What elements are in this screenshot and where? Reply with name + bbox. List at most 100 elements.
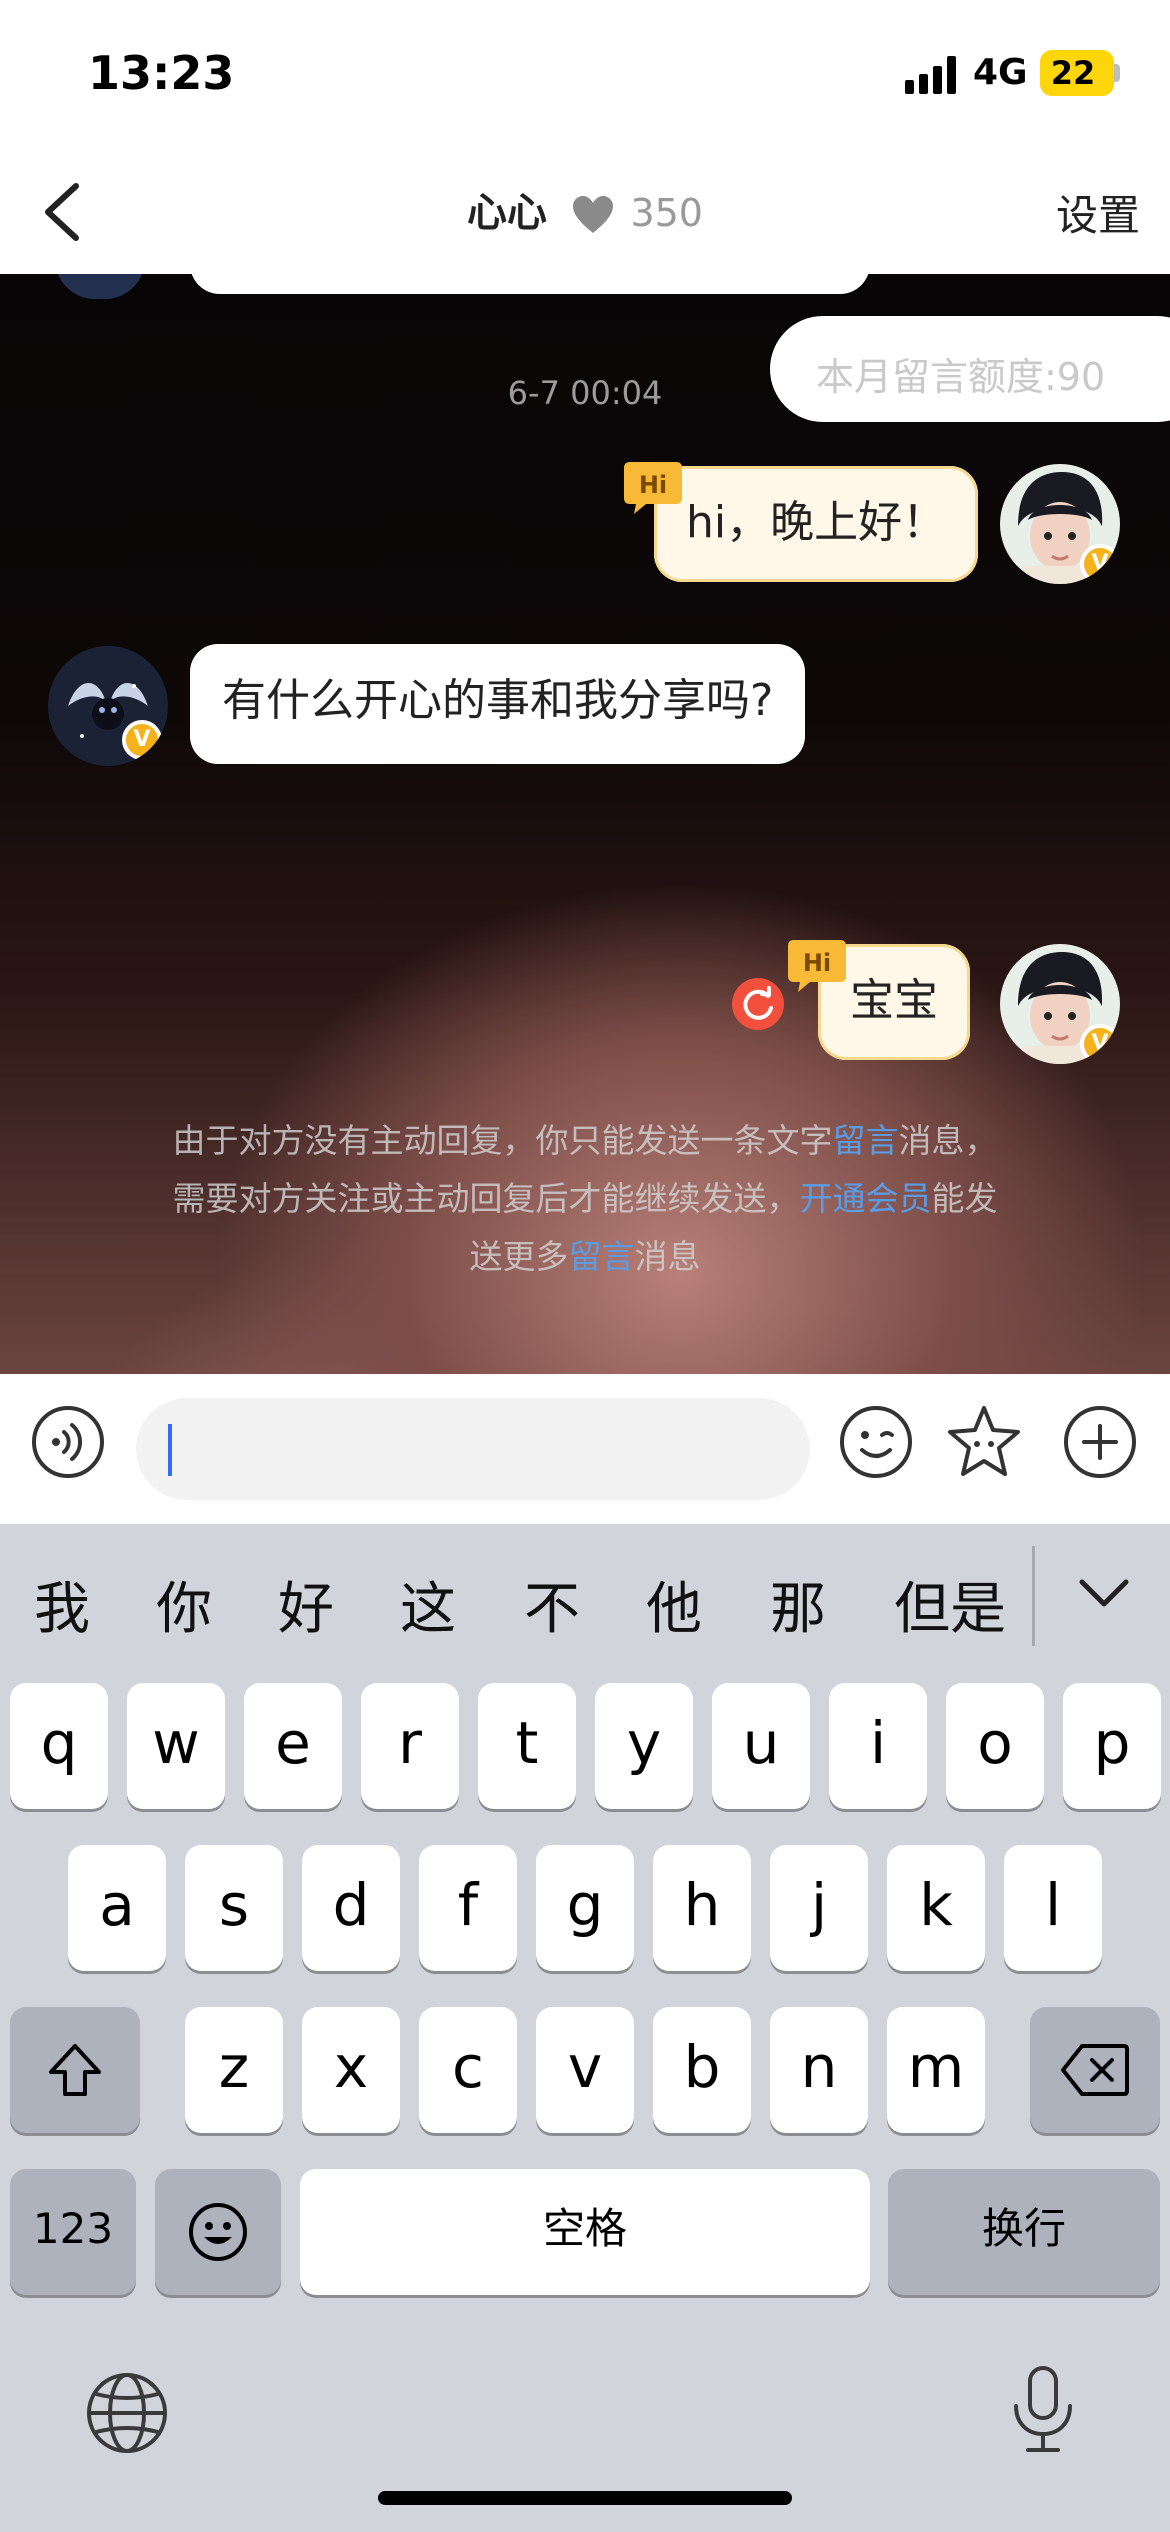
- message-bubble-outgoing[interactable]: hi，晚上好！: [654, 466, 979, 582]
- key-v[interactable]: v: [536, 2007, 634, 2133]
- message-text: 宝宝: [850, 975, 938, 1026]
- notice-text: 由于对方没有主动回复，你只能发送一条文字: [172, 1121, 833, 1160]
- key-t[interactable]: t: [478, 1683, 576, 1809]
- avatar: [55, 274, 145, 299]
- svg-text:Hi: Hi: [803, 949, 831, 977]
- key-z[interactable]: z: [185, 2007, 283, 2133]
- notice-text: 消息，: [898, 1121, 998, 1160]
- battery-tip: [1114, 64, 1120, 82]
- resend-icon[interactable]: [732, 978, 784, 1030]
- my-avatar[interactable]: V: [1000, 944, 1120, 1064]
- key-a[interactable]: a: [68, 1845, 166, 1971]
- plus-icon[interactable]: [1062, 1404, 1138, 1480]
- chevron-down-icon[interactable]: [1076, 1574, 1132, 1614]
- keyboard: 我 你 好 这 不 他 那 但是 q w e r t y u i o p a s…: [0, 1524, 1170, 2532]
- verified-badge: V: [1080, 1024, 1120, 1064]
- status-bar: 13:23 4G 22: [0, 0, 1170, 150]
- network-type: 4G: [973, 52, 1028, 93]
- key-j[interactable]: j: [770, 1845, 868, 1971]
- input-bar: [0, 1374, 1170, 1524]
- message-text: 有什么开心的事和我分享吗?: [222, 675, 774, 726]
- notice-line-3: 送更多留言消息: [90, 1228, 1080, 1286]
- delete-key[interactable]: [1030, 2007, 1160, 2133]
- candidate-word[interactable]: 这: [400, 1564, 456, 1645]
- key-h[interactable]: h: [653, 1845, 751, 1971]
- message-link[interactable]: 留言: [569, 1237, 635, 1276]
- key-y[interactable]: y: [595, 1683, 693, 1809]
- home-indicator[interactable]: [378, 2491, 792, 2505]
- battery-level: 22: [1050, 54, 1096, 92]
- notice-text: 需要对方关注或主动回复后才能继续发送，: [172, 1179, 800, 1218]
- key-b[interactable]: b: [653, 2007, 751, 2133]
- globe-icon[interactable]: [84, 2370, 170, 2456]
- emoji-icon: [189, 2203, 247, 2261]
- candidate-bar: 我 你 好 这 不 他 那 但是: [0, 1524, 1170, 1674]
- my-avatar[interactable]: V: [1000, 464, 1120, 584]
- message-input[interactable]: [136, 1398, 810, 1500]
- signal-icon: [905, 56, 961, 94]
- key-r[interactable]: r: [361, 1683, 459, 1809]
- candidate-word[interactable]: 他: [646, 1564, 702, 1645]
- key-g[interactable]: g: [536, 1845, 634, 1971]
- hi-icon: Hi: [788, 940, 846, 992]
- key-n[interactable]: n: [770, 2007, 868, 2133]
- delete-icon: [1061, 2044, 1129, 2096]
- emoji-key[interactable]: [155, 2169, 281, 2295]
- key-u[interactable]: u: [712, 1683, 810, 1809]
- candidate-word[interactable]: 好: [278, 1564, 334, 1645]
- key-m[interactable]: m: [887, 2007, 985, 2133]
- hi-icon: Hi: [624, 462, 682, 514]
- candidate-word[interactable]: 我: [34, 1564, 90, 1645]
- candidate-word[interactable]: 那: [770, 1564, 826, 1645]
- shift-icon: [49, 2044, 101, 2096]
- message-limit-notice: 由于对方没有主动回复，你只能发送一条文字留言消息， 需要对方关注或主动回复后才能…: [90, 1112, 1080, 1286]
- key-w[interactable]: w: [127, 1683, 225, 1809]
- key-k[interactable]: k: [887, 1845, 985, 1971]
- header-title-group: 心心 350: [0, 180, 1170, 238]
- candidate-divider: [1032, 1546, 1035, 1646]
- candidate-word[interactable]: 你: [156, 1564, 212, 1645]
- numbers-key[interactable]: 123: [10, 2169, 136, 2295]
- verified-badge: V: [122, 720, 162, 760]
- voice-icon[interactable]: [30, 1404, 106, 1480]
- key-l[interactable]: l: [1004, 1845, 1102, 1971]
- return-key[interactable]: 换行: [888, 2169, 1160, 2295]
- verified-badge: V: [1080, 544, 1120, 584]
- open-membership-link[interactable]: 开通会员: [800, 1179, 932, 1218]
- notice-text: 能发: [931, 1179, 998, 1218]
- message-bubble[interactable]: [190, 274, 870, 294]
- message-bubble-incoming[interactable]: 有什么开心的事和我分享吗?: [190, 644, 806, 764]
- mic-icon[interactable]: [1008, 2364, 1078, 2456]
- sticker-icon[interactable]: [946, 1404, 1022, 1480]
- text-caret: [168, 1424, 172, 1476]
- status-time: 13:23: [88, 46, 235, 100]
- message-timestamp: 6-7 00:04: [507, 374, 663, 412]
- settings-button[interactable]: 设置: [1056, 182, 1140, 243]
- notice-text: 消息: [634, 1237, 701, 1276]
- emoji-icon[interactable]: [838, 1404, 914, 1480]
- key-i[interactable]: i: [829, 1683, 927, 1809]
- key-c[interactable]: c: [419, 2007, 517, 2133]
- contact-avatar[interactable]: V: [48, 646, 168, 766]
- space-key[interactable]: 空格: [300, 2169, 870, 2295]
- chat-screen: 13:23 4G 22 心心 350 设置 本月留言额度:90 6-7 00:0…: [0, 0, 1170, 2532]
- candidate-word[interactable]: 但是: [894, 1564, 1006, 1645]
- key-s[interactable]: s: [185, 1845, 283, 1971]
- chat-header: 心心 350 设置: [0, 150, 1170, 274]
- intimacy-score: 350: [630, 191, 703, 235]
- key-e[interactable]: e: [244, 1683, 342, 1809]
- chat-area[interactable]: 本月留言额度:90 6-7 00:04 hi，晚上好！ Hi V V 有什么开心…: [0, 274, 1170, 1374]
- notice-text: 送更多: [469, 1237, 569, 1276]
- key-x[interactable]: x: [302, 2007, 400, 2133]
- key-p[interactable]: p: [1063, 1683, 1161, 1809]
- candidate-word[interactable]: 不: [524, 1564, 580, 1645]
- shift-key[interactable]: [10, 2007, 140, 2133]
- key-q[interactable]: q: [10, 1683, 108, 1809]
- resend-glyph: [743, 986, 773, 1020]
- contact-name: 心心: [467, 190, 548, 236]
- key-d[interactable]: d: [302, 1845, 400, 1971]
- notice-line-1: 由于对方没有主动回复，你只能发送一条文字留言消息，: [90, 1112, 1080, 1170]
- message-link[interactable]: 留言: [833, 1121, 899, 1160]
- key-o[interactable]: o: [946, 1683, 1044, 1809]
- key-f[interactable]: f: [419, 1845, 517, 1971]
